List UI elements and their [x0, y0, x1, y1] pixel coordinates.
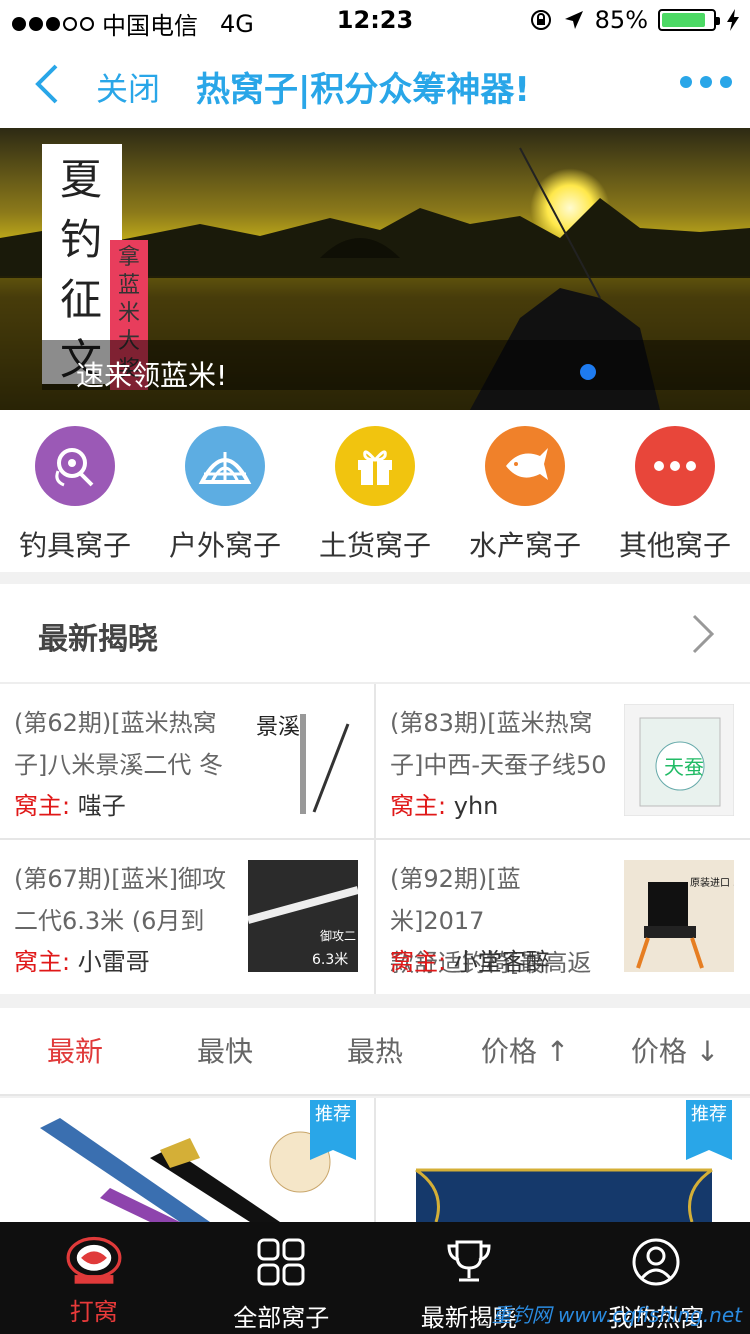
owner-label: 窝主:: [390, 948, 447, 976]
page-title: 热窝子|积分众筹神器!: [196, 70, 530, 110]
fishing-line-thumbnail: 天蚕: [624, 704, 734, 816]
trophy-icon: [447, 1240, 491, 1282]
category-label: 户外窝子: [168, 529, 281, 562]
tab-label: 全部窝子: [233, 1304, 330, 1332]
category-local-goods[interactable]: 土货窝子: [300, 410, 450, 572]
poster-char-3: 征: [59, 275, 102, 324]
more-menu-icon[interactable]: [680, 76, 732, 88]
sort-hottest-tab[interactable]: 最热: [300, 1008, 450, 1094]
category-row: 钓具窝子 户外窝子 土货窝子 水产窝子 其他窝子: [0, 410, 750, 572]
tab-dawo[interactable]: 打窝: [0, 1222, 188, 1334]
poster-char-1: 夏: [59, 155, 102, 204]
section-title: 最新揭晓: [38, 622, 158, 657]
category-tackle[interactable]: 钓具窝子: [0, 410, 150, 572]
more-icon: [635, 426, 715, 506]
fishing-chair-thumbnail: 原装进口 398: [624, 860, 734, 972]
owner-label: 窝主:: [14, 792, 71, 820]
owner-name: 小雷哥: [77, 948, 150, 976]
category-outdoor[interactable]: 户外窝子: [150, 410, 300, 572]
site-watermark: 重钓网 www.cqfishing.net: [491, 1303, 742, 1327]
reveal-item[interactable]: (第83期)[蓝米热窝 子]中西-天蚕子线50 窝主: yhn 天蚕: [376, 684, 750, 838]
owner-name: 小堂客醉: [453, 948, 550, 976]
chair-badge-text: 原装进口 398: [690, 876, 734, 889]
section-header[interactable]: 最新揭晓: [0, 584, 750, 684]
category-label: 钓具窝子: [18, 529, 131, 562]
cqfishing-logo-icon: [66, 1236, 122, 1284]
category-label: 水产窝子: [468, 529, 581, 562]
carousel-indicator: [580, 364, 596, 380]
tent-icon: [185, 426, 265, 506]
recommend-badge: 推荐: [310, 1100, 356, 1160]
owner-name: 嗤子: [77, 792, 126, 820]
category-other[interactable]: 其他窝子: [600, 410, 750, 572]
rod-tube-thumbnail: 御攻二 6.3米: [248, 860, 358, 972]
line-brand-text: 天蚕: [664, 755, 704, 779]
battery-icon: [658, 9, 720, 31]
recommend-badge: 推荐: [686, 1100, 732, 1160]
category-aquatic[interactable]: 水产窝子: [450, 410, 600, 572]
nav-bar: 关闭 热窝子|积分众筹神器!: [0, 40, 750, 128]
reveal-item[interactable]: (第92期)[蓝米]2017款舒适钓椅[最高返 窝主: 小堂客醉 原装进口 39…: [376, 840, 750, 994]
sort-newest-tab[interactable]: 最新: [0, 1008, 150, 1094]
owner-name: yhn: [453, 792, 499, 820]
item-title-line: (第67期)[蓝米]御攻: [14, 865, 226, 893]
tab-label: 打窝: [69, 1298, 118, 1326]
location-arrow-icon: [564, 11, 583, 29]
status-bar: 中国电信 4G 12:23 85%: [0, 0, 750, 40]
gift-icon: [335, 426, 415, 506]
bottom-tab-bar: 打窝 全部窝子 最新揭晓 我的热窝 重钓网 www.cqfishing.net: [0, 1222, 750, 1334]
item-title-line: 子]中西-天蚕子线50: [390, 751, 607, 779]
rod-brand-text: 景溪: [256, 715, 300, 740]
reveal-item[interactable]: (第67期)[蓝米]御攻 二代6.3米 (6月到 窝主: 小雷哥 御攻二 6.3米: [0, 840, 374, 994]
item-title-line: (第62期)[蓝米热窝: [14, 709, 217, 737]
chevron-right-icon[interactable]: [692, 614, 714, 654]
product-card[interactable]: 推荐: [376, 1098, 750, 1222]
item-title-line: (第83期)[蓝米热窝: [390, 709, 593, 737]
sort-bar: 最新 最快 最热 价格 ↑ 价格 ↓: [0, 1008, 750, 1096]
category-label: 土货窝子: [318, 529, 431, 562]
item-title-line: 子]八米景溪二代 冬: [14, 751, 223, 779]
charging-icon: [727, 9, 739, 31]
item-title-line: 二代6.3米 (6月到: [14, 907, 205, 935]
back-chevron-icon[interactable]: [28, 62, 68, 106]
category-label: 其他窝子: [618, 529, 731, 562]
product-grid: 推荐 推荐: [0, 1098, 750, 1222]
poster-char-2: 钓: [59, 215, 102, 264]
rotation-lock-icon: [530, 10, 551, 30]
product-card[interactable]: 推荐: [0, 1098, 374, 1222]
latest-reveal-section: 最新揭晓 (第62期)[蓝米热窝 子]八米景溪二代 冬 窝主: 嗤子 景溪 (第8…: [0, 584, 750, 994]
grid-icon: [257, 1238, 305, 1286]
rod2-size: 6.3米: [312, 952, 348, 968]
banner-caption: 速来领蓝米!: [76, 359, 228, 392]
reveal-item[interactable]: (第62期)[蓝米热窝 子]八米景溪二代 冬 窝主: 嗤子 景溪: [0, 684, 374, 838]
sort-fastest-tab[interactable]: 最快: [150, 1008, 300, 1094]
tab-all[interactable]: 全部窝子: [188, 1222, 376, 1334]
sort-price-asc-tab[interactable]: 价格 ↑: [450, 1008, 600, 1094]
user-icon: [632, 1238, 680, 1286]
fish-icon: [485, 426, 565, 506]
owner-label: 窝主:: [14, 948, 71, 976]
fishing-rod-thumbnail: 景溪: [248, 704, 358, 816]
fishing-reel-icon: [35, 426, 115, 506]
sort-price-desc-tab[interactable]: 价格 ↓: [600, 1008, 750, 1094]
item-title-line: (第92期)[蓝米]2017: [390, 865, 521, 935]
rod2-text: 御攻二: [320, 928, 356, 943]
close-button[interactable]: 关闭: [96, 64, 160, 110]
battery-percent: 85%: [594, 6, 648, 34]
promo-banner[interactable]: 夏 钓 征 文 拿蓝米大奖 速来领蓝米!: [0, 128, 750, 410]
owner-label: 窝主:: [390, 792, 447, 820]
